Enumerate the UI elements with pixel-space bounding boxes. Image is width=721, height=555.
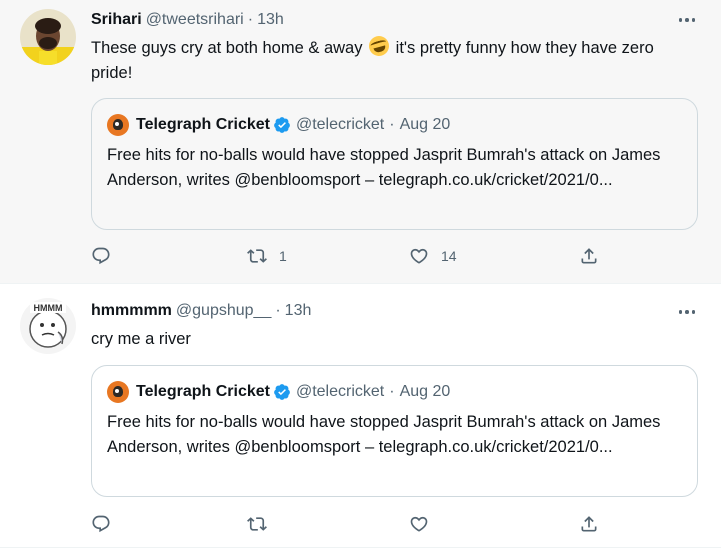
divider <box>0 547 721 548</box>
quoted-tweet-text: Free hits for no-balls would have stoppe… <box>107 413 661 456</box>
quoted-tweet-header: Telegraph Cricket @telecricket · Aug 20 <box>107 114 450 136</box>
separator: · <box>247 11 254 28</box>
retweet-button[interactable]: 1 <box>247 244 287 268</box>
like-button[interactable] <box>409 512 441 536</box>
quoted-tweet[interactable]: Telegraph Cricket @telecricket · Aug 20 … <box>91 98 698 230</box>
avatar[interactable] <box>20 9 76 65</box>
display-name[interactable]: Srihari <box>91 11 142 29</box>
separator: · <box>275 302 281 319</box>
like-count: 14 <box>441 248 457 264</box>
reply-button[interactable] <box>91 512 123 536</box>
date: Aug 20 <box>399 116 451 133</box>
avatar <box>107 114 129 136</box>
handle[interactable]: @gupshup__ <box>176 302 271 320</box>
tweet-text: These guys cry at both home & away it's … <box>91 33 691 86</box>
tweet-header: Srihari @tweetsrihari · 13h <box>91 11 284 29</box>
share-button[interactable] <box>579 512 599 536</box>
display-name[interactable]: hmmmmm <box>91 302 172 320</box>
handle: @telecricket <box>295 383 385 400</box>
reply-icon <box>92 247 110 265</box>
share-icon <box>581 248 597 264</box>
display-name: Telegraph Cricket <box>136 116 270 133</box>
timestamp[interactable]: 13h <box>285 302 312 320</box>
handle[interactable]: @tweetsrihari <box>146 11 244 29</box>
rolling-on-floor-laughing-emoji-icon <box>366 33 392 59</box>
reply-button[interactable] <box>91 244 123 268</box>
verified-badge-icon <box>274 384 290 400</box>
avatar-lettering: HMMM <box>34 303 63 313</box>
verified-badge-icon <box>274 117 290 133</box>
more-options-icon[interactable] <box>676 302 698 322</box>
tweet-header: hmmmmm @gupshup__ · 13h <box>91 302 311 320</box>
avatar <box>107 381 129 403</box>
tweet[interactable]: Srihari @tweetsrihari · 13h These guys c… <box>0 0 721 283</box>
retweet-icon <box>247 249 267 263</box>
reply-icon <box>92 515 110 533</box>
heart-icon <box>410 516 428 532</box>
retweet-button[interactable] <box>247 512 279 536</box>
date: Aug 20 <box>399 383 451 400</box>
separator: · <box>389 383 395 400</box>
tweet-actions: 1 14 <box>91 244 611 268</box>
share-button[interactable] <box>579 244 599 268</box>
quoted-tweet-header: Telegraph Cricket @telecricket · Aug 20 <box>107 381 450 403</box>
more-options-icon[interactable] <box>676 10 698 30</box>
retweet-count: 1 <box>279 248 287 264</box>
tweet-actions <box>91 512 611 536</box>
heart-icon <box>410 248 428 264</box>
tweet-text-part: These guys cry at both home & away <box>91 39 368 57</box>
avatar[interactable]: HMMM <box>20 298 76 354</box>
tweet[interactable]: HMMM hmmmmm @gupshup__ · 13h cry me a ri… <box>0 283 721 547</box>
timestamp[interactable]: 13h <box>257 11 284 29</box>
handle: @telecricket <box>295 116 385 133</box>
retweet-icon <box>247 517 267 531</box>
separator: · <box>389 116 395 133</box>
like-button[interactable]: 14 <box>409 244 457 268</box>
quoted-tweet-text: Free hits for no-balls would have stoppe… <box>107 146 661 189</box>
display-name: Telegraph Cricket <box>136 383 270 400</box>
share-icon <box>581 516 597 532</box>
quoted-tweet[interactable]: Telegraph Cricket @telecricket · Aug 20 … <box>91 365 698 497</box>
tweet-text: cry me a river <box>91 330 191 348</box>
